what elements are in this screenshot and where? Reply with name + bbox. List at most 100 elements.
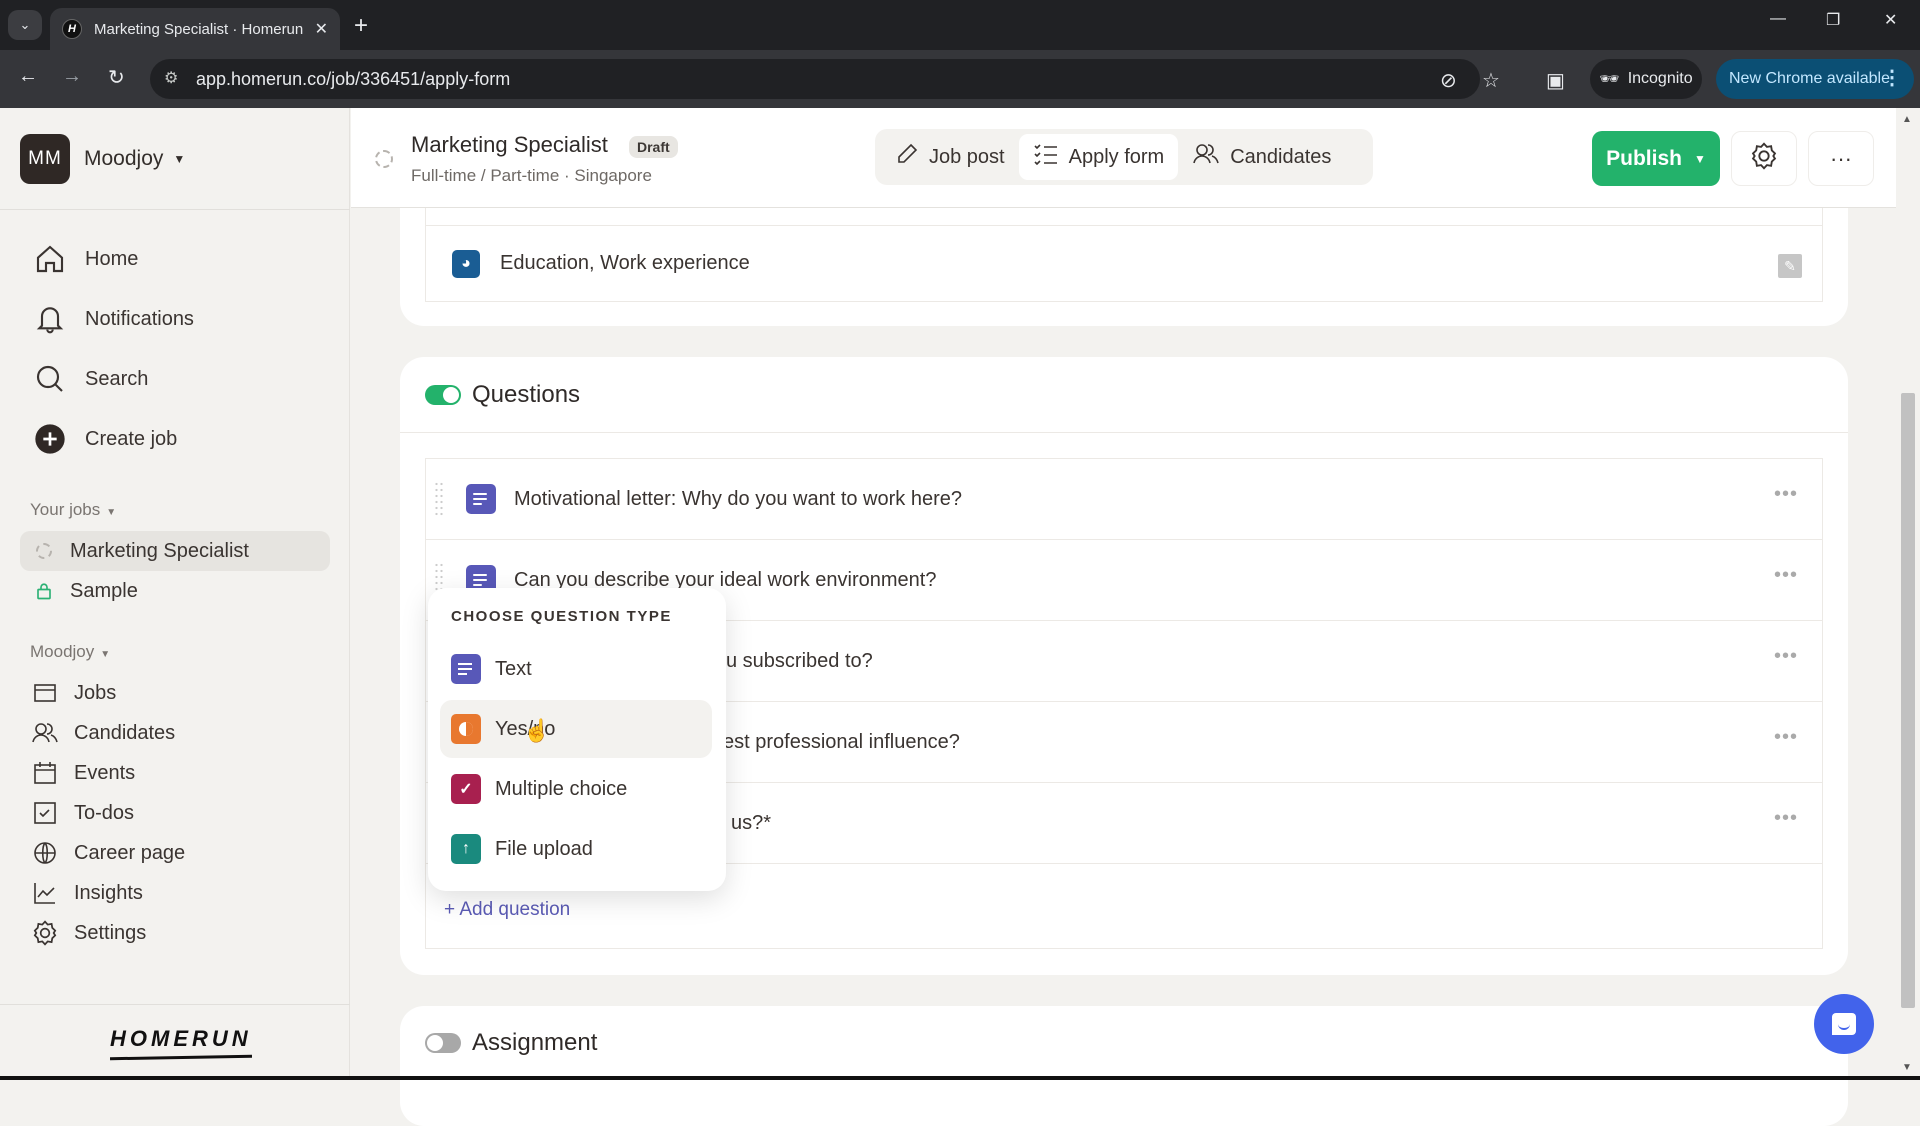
bookmark-star-icon[interactable]: ☆ bbox=[1482, 68, 1500, 93]
caret-down-icon: ▼ bbox=[100, 649, 111, 660]
new-tab-button[interactable]: + bbox=[354, 12, 368, 40]
half-circle-icon bbox=[451, 714, 481, 744]
question-text: est professional influence? bbox=[723, 731, 960, 753]
sidebar-item-create-job[interactable]: Create job bbox=[32, 421, 177, 457]
check-icon: ✓ bbox=[451, 774, 481, 804]
checkbox-icon bbox=[32, 800, 58, 826]
browser-tab[interactable]: H Marketing Specialist · Homerun ✕ bbox=[50, 8, 340, 50]
job-header: Marketing Specialist Draft Full-time / P… bbox=[351, 108, 1896, 208]
scrollbar-thumb[interactable] bbox=[1901, 393, 1915, 1008]
menu-option-file-upload[interactable]: ↑ File upload bbox=[440, 820, 712, 878]
chart-icon bbox=[32, 880, 58, 906]
sidebar-item-insights[interactable]: Insights bbox=[32, 880, 143, 906]
reload-icon[interactable]: ↻ bbox=[108, 65, 125, 90]
status-badge: Draft bbox=[629, 136, 678, 158]
site-settings-icon[interactable]: ⚙ bbox=[164, 68, 178, 88]
sidebar-item-settings[interactable]: Settings bbox=[32, 920, 146, 946]
incognito-indicator[interactable]: 🕶 Incognito bbox=[1590, 59, 1702, 99]
kebab-menu-icon[interactable]: ⋮ bbox=[1882, 65, 1902, 90]
tab-search-button[interactable]: ⌄ bbox=[8, 10, 42, 40]
sidebar-item-search[interactable]: Search bbox=[32, 361, 148, 397]
your-jobs-header[interactable]: Your jobs ▼ bbox=[30, 500, 116, 520]
sidebar-item-notifications[interactable]: Notifications bbox=[32, 301, 194, 337]
page-scrollbar[interactable]: ▲ ▼ bbox=[1896, 108, 1920, 1080]
incognito-label: Incognito bbox=[1627, 70, 1693, 87]
sidebar-job-sample[interactable]: Sample bbox=[20, 571, 330, 611]
upload-arrow-icon: ↑ bbox=[451, 834, 481, 864]
job-settings-button[interactable] bbox=[1731, 131, 1797, 186]
plus-circle-icon bbox=[32, 421, 68, 457]
chat-icon bbox=[1832, 1013, 1856, 1035]
chat-launcher-button[interactable] bbox=[1814, 994, 1874, 1054]
logo-underline bbox=[109, 1054, 252, 1061]
more-horizontal-icon[interactable]: ••• bbox=[1774, 726, 1798, 749]
job-label: Marketing Specialist bbox=[70, 539, 249, 562]
question-type-menu: CHOOSE QUESTION TYPE Text Yes/no ✓ Multi… bbox=[428, 588, 726, 891]
window-edge bbox=[0, 1076, 1920, 1080]
caret-down-icon: ▼ bbox=[106, 507, 117, 518]
close-tab-icon[interactable]: ✕ bbox=[315, 19, 328, 39]
org-switcher[interactable]: MM Moodjoy ▼ bbox=[20, 134, 185, 184]
sidebar-item-candidates[interactable]: Candidates bbox=[32, 720, 175, 746]
org-section-header[interactable]: Moodjoy ▼ bbox=[30, 642, 110, 662]
job-label: Sample bbox=[70, 579, 138, 602]
question-text: us?* bbox=[731, 812, 772, 834]
tab-candidates[interactable]: Candidates bbox=[1178, 134, 1345, 180]
sidebar-job-marketing-specialist[interactable]: Marketing Specialist bbox=[20, 531, 330, 571]
publish-button[interactable]: Publish ▼ bbox=[1592, 131, 1720, 186]
sidebar-item-todos[interactable]: To-dos bbox=[32, 800, 134, 826]
favicon-icon: H bbox=[62, 19, 82, 39]
forward-icon[interactable]: → bbox=[62, 65, 82, 88]
option-label: File upload bbox=[495, 837, 593, 860]
questions-title: Questions bbox=[472, 381, 581, 408]
address-bar[interactable]: ⚙ app.homerun.co/job/336451/apply-form bbox=[150, 59, 1480, 99]
assignment-toggle[interactable] bbox=[425, 1033, 461, 1053]
menu-option-text[interactable]: Text bbox=[440, 640, 712, 698]
gear-icon bbox=[1750, 141, 1778, 176]
divider bbox=[400, 432, 1848, 433]
divider bbox=[0, 1004, 350, 1005]
add-question-link[interactable]: + Add question bbox=[444, 899, 570, 921]
tab-apply-form[interactable]: Apply form bbox=[1018, 134, 1179, 180]
search-icon bbox=[32, 361, 68, 397]
more-horizontal-icon[interactable]: ••• bbox=[1774, 645, 1798, 668]
browser-tabstrip: ⌄ H Marketing Specialist · Homerun ✕ + —… bbox=[0, 0, 1920, 50]
eye-off-icon[interactable]: ⊘ bbox=[1440, 68, 1457, 93]
minimize-icon[interactable]: — bbox=[1770, 10, 1786, 28]
menu-option-multiple-choice[interactable]: ✓ Multiple choice bbox=[440, 760, 712, 818]
restore-icon[interactable]: ❐ bbox=[1826, 10, 1840, 30]
sidebar-item-events[interactable]: Events bbox=[32, 760, 135, 786]
more-horizontal-icon[interactable]: ••• bbox=[1774, 483, 1798, 506]
sidebar-item-label: Events bbox=[74, 761, 136, 784]
update-label: New Chrome available bbox=[1729, 70, 1890, 87]
profile-fields-row[interactable]: ◕ Education, Work experience ✎ bbox=[425, 226, 1823, 302]
incognito-icon: 🕶 bbox=[1599, 71, 1620, 88]
scroll-up-icon[interactable]: ▲ bbox=[1902, 114, 1912, 125]
assignment-card bbox=[400, 1006, 1848, 1126]
question-row[interactable]: Motivational letter: Why do you want to … bbox=[426, 459, 1822, 540]
scroll-down-icon[interactable]: ▼ bbox=[1902, 1062, 1912, 1073]
sidebar-item-home[interactable]: Home bbox=[32, 241, 138, 277]
homerun-logo[interactable]: HOMERUN bbox=[109, 1026, 252, 1061]
more-options-button[interactable]: ··· bbox=[1808, 131, 1874, 186]
more-horizontal-icon[interactable]: ••• bbox=[1774, 807, 1798, 830]
menu-option-yes-no[interactable]: Yes/no bbox=[440, 700, 712, 758]
back-icon[interactable]: ← bbox=[18, 65, 38, 88]
questions-toggle[interactable] bbox=[425, 385, 461, 405]
sidebar-item-career-page[interactable]: Career page bbox=[32, 840, 185, 866]
job-title: Marketing Specialist bbox=[411, 132, 608, 157]
tab-job-post[interactable]: Job post bbox=[881, 134, 1019, 180]
close-window-icon[interactable]: ✕ bbox=[1884, 10, 1897, 30]
update-chrome-button[interactable]: New Chrome available ⋮ bbox=[1716, 59, 1914, 99]
drag-handle-icon[interactable] bbox=[434, 481, 444, 517]
checklist-icon bbox=[1033, 142, 1059, 172]
globe-icon bbox=[32, 840, 58, 866]
side-panel-icon[interactable]: ▣ bbox=[1546, 68, 1565, 93]
sidebar-item-label: Notifications bbox=[85, 307, 194, 330]
more-horizontal-icon: ··· bbox=[1830, 145, 1852, 171]
text-lines-icon bbox=[466, 484, 496, 514]
candidates-icon bbox=[32, 720, 58, 746]
more-horizontal-icon[interactable]: ••• bbox=[1774, 564, 1798, 587]
edit-icon[interactable]: ✎ bbox=[1778, 254, 1802, 278]
sidebar-item-jobs[interactable]: Jobs bbox=[32, 680, 116, 706]
